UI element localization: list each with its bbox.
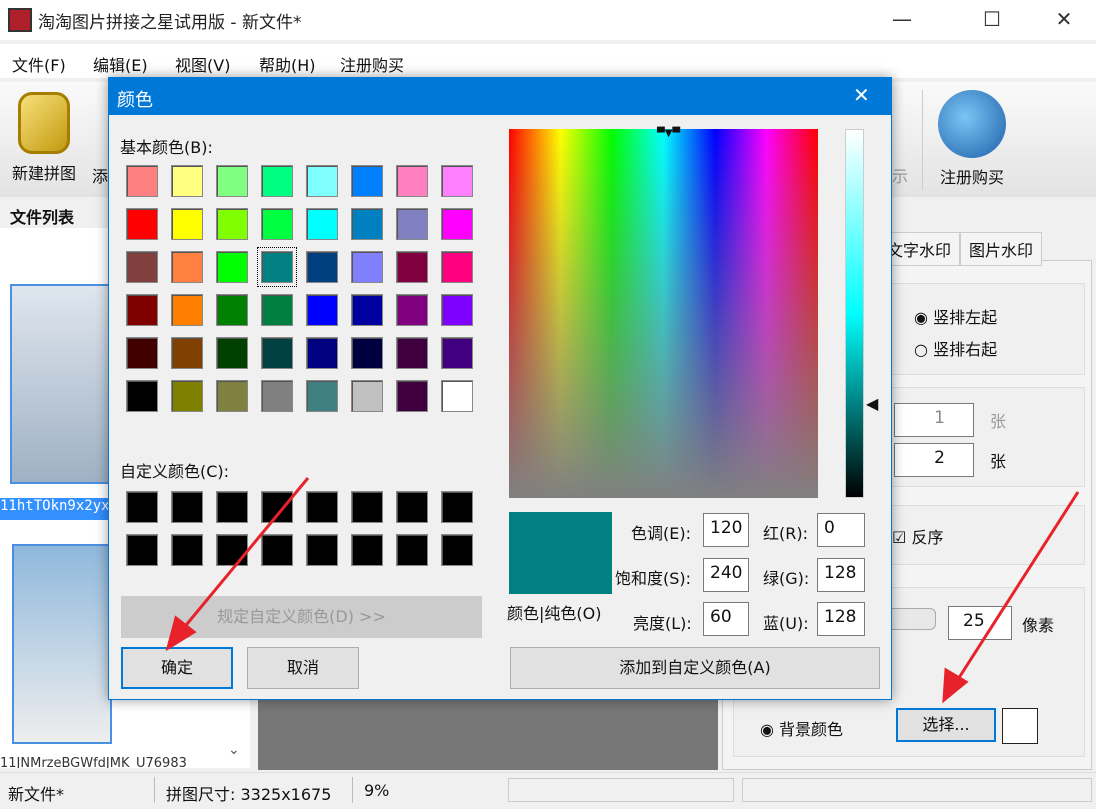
arrow-to-ok bbox=[180, 477, 310, 631]
arrow-to-choose bbox=[953, 491, 1080, 685]
annotation-arrows bbox=[165, 477, 1080, 704]
